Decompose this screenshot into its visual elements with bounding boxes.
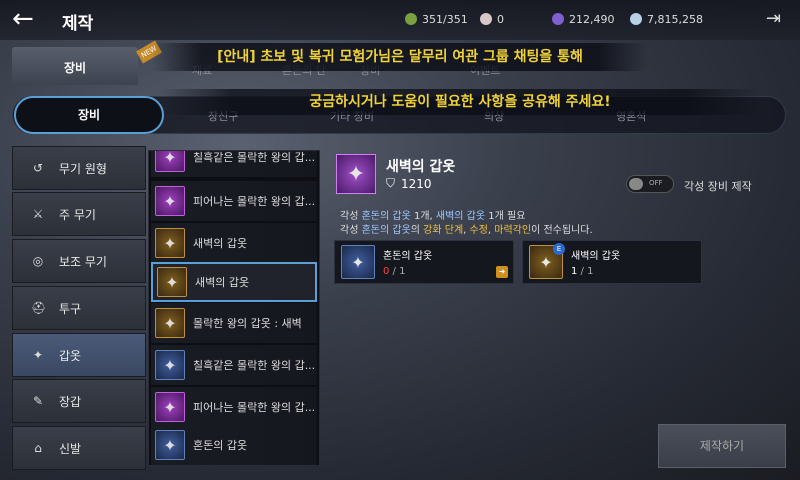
item-name: 새벽의 갑옷	[386, 159, 456, 175]
notice-line-1: [안내] 초보 및 복귀 모험가님은 달무리 여관 그룹 채팅을 통해	[152, 43, 648, 71]
pearl-icon	[480, 13, 492, 25]
transfer-text: 각성 혼돈의 갑옷의 강화 단계, 수정, 마력각인이 전수됩니다.	[340, 225, 593, 236]
helmet-icon: ⛑	[31, 301, 47, 315]
list-item[interactable]: ✦ 피어나는 몰락한 왕의 갑...	[151, 387, 317, 427]
item-list: ✦ 칠흑같은 몰락한 왕의 갑... ✦ 피어나는 몰락한 왕의 갑... ✦ 새벽의…	[148, 150, 320, 466]
resource-silver: 7,815,258	[630, 11, 703, 27]
category-sidebar: ↺ 무기 원형 ⚔ 주 무기 ◎ 보조 무기 ⛑ 투구 ✦ 갑옷 ✎ 장갑 ⌂ 신발	[12, 146, 148, 470]
resource-stamina: 351/351	[405, 11, 468, 27]
combat-power: ⛉ 1210	[386, 176, 432, 191]
resource-pearl: 0	[480, 11, 504, 27]
stamina-icon	[405, 13, 417, 25]
glove-icon: ✎	[32, 394, 44, 408]
category-armor[interactable]: ✦ 갑옷	[12, 333, 146, 377]
armor-thumbnail-icon: ✦	[155, 151, 185, 172]
list-item[interactable]: ✦ 피어나는 몰락한 왕의 갑...	[151, 181, 317, 221]
list-item[interactable]: ✦ 칠흑같은 몰락한 왕의 갑...	[151, 345, 317, 385]
exit-icon[interactable]: ⇥	[766, 8, 788, 30]
list-item[interactable]: ✦ 혼돈의 갑옷	[151, 425, 317, 465]
back-arrow-icon[interactable]: ←	[12, 6, 42, 34]
equipped-badge: E	[553, 243, 565, 255]
armor-thumbnail-icon: ✦	[155, 228, 185, 258]
blue-diamond-icon	[552, 13, 564, 25]
silver-icon	[630, 13, 642, 25]
armor-thumbnail-icon: ✦	[155, 186, 185, 216]
notice-line-2: 궁금하시거나 도움이 필요한 사항을 공유해 주세요!	[160, 89, 760, 115]
tab-equipment[interactable]: 장비	[12, 47, 138, 85]
resource-blue-diamond: 212,490	[552, 11, 615, 27]
subtab-equipment[interactable]: 장비	[14, 96, 164, 134]
armor-thumbnail-icon: ✦	[155, 350, 185, 380]
list-item[interactable]: ✦ 칠흑같은 몰락한 왕의 갑...	[151, 151, 317, 177]
shield-icon: ⛉	[386, 176, 396, 190]
material-slot-1[interactable]: ✦ 혼돈의 갑옷 0 / 1	[334, 240, 514, 284]
crossed-swords-icon: ⚔	[32, 207, 44, 221]
category-gloves[interactable]: ✎ 장갑	[12, 379, 146, 423]
list-item-selected[interactable]: ✦ 새벽의 갑옷	[151, 262, 317, 302]
list-item[interactable]: ✦ 몰락한 왕의 갑옷 : 새벽	[151, 303, 317, 343]
category-weapon-prototype[interactable]: ↺ 무기 원형	[12, 146, 146, 190]
orb-icon: ◎	[32, 254, 44, 268]
material-slot-2[interactable]: ✦ E 새벽의 갑옷 1 / 1	[522, 240, 702, 284]
chaos-armor-icon: ✦	[341, 245, 375, 279]
armor-thumbnail-icon: ✦	[155, 308, 185, 338]
craft-button[interactable]: 제작하기	[658, 424, 786, 468]
awaken-toggle[interactable]: OFF	[626, 175, 674, 193]
page-title: 제작	[62, 14, 94, 34]
armor-thumbnail-icon: ✦	[155, 392, 185, 422]
undo-icon: ↺	[32, 161, 44, 175]
awaken-label: 각성 장비 제작	[684, 180, 752, 193]
selected-item-icon: ✦	[336, 154, 376, 194]
boot-icon: ⌂	[34, 441, 42, 455]
armor-thumbnail-icon: ✦	[157, 267, 187, 297]
armor-icon: ✦	[32, 348, 44, 362]
category-main-weapon[interactable]: ⚔ 주 무기	[12, 192, 146, 236]
requirement-text: 각성 혼돈의 갑옷 1개, 새벽의 갑옷 1개 필요	[340, 211, 526, 222]
toggle-knob	[629, 178, 643, 190]
category-boots[interactable]: ⌂ 신발	[12, 426, 146, 470]
category-sub-weapon[interactable]: ◎ 보조 무기	[12, 239, 146, 283]
dawn-armor-icon: ✦ E	[529, 243, 565, 279]
list-item[interactable]: ✦ 새벽의 갑옷	[151, 223, 317, 263]
shortcut-icon[interactable]: ➜	[496, 266, 508, 278]
category-helmet[interactable]: ⛑ 투구	[12, 286, 146, 330]
armor-thumbnail-icon: ✦	[155, 430, 185, 460]
